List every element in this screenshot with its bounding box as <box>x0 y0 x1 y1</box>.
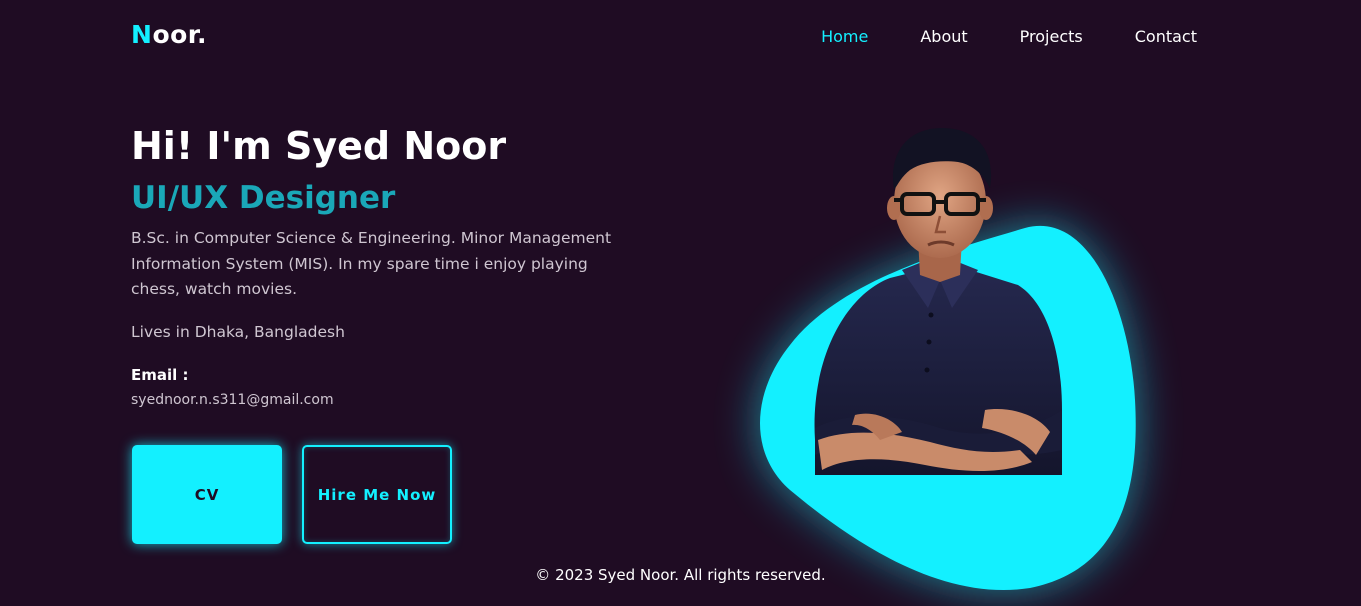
nav-home[interactable]: Home <box>821 27 868 46</box>
portrait-illustration <box>640 110 1260 606</box>
hero-location: Lives in Dhaka, Bangladesh <box>131 323 345 341</box>
nav-projects[interactable]: Projects <box>1020 27 1083 46</box>
nav-contact[interactable]: Contact <box>1135 27 1197 46</box>
hero-role: UI/UX Designer <box>131 180 396 216</box>
email-address[interactable]: syednoor.n.s311@gmail.com <box>131 392 334 408</box>
main-nav: Home About Projects Contact <box>769 27 1197 46</box>
email-label: Email : <box>131 366 189 384</box>
page: Noor. Home About Projects Contact Hi! I'… <box>0 0 1361 606</box>
hire-me-button[interactable]: Hire Me Now <box>302 445 452 544</box>
cv-button[interactable]: CV <box>132 445 282 544</box>
logo[interactable]: Noor. <box>131 20 207 49</box>
logo-text: oor. <box>152 20 208 49</box>
hero-bio: B.Sc. in Computer Science & Engineering.… <box>131 229 612 298</box>
footer-copyright: © 2023 Syed Noor. All rights reserved. <box>535 566 826 584</box>
hero-headline: Hi! I'm Syed Noor <box>131 124 507 168</box>
logo-initial: N <box>131 20 153 49</box>
nav-about[interactable]: About <box>920 27 967 46</box>
portrait-svg <box>760 128 1136 591</box>
